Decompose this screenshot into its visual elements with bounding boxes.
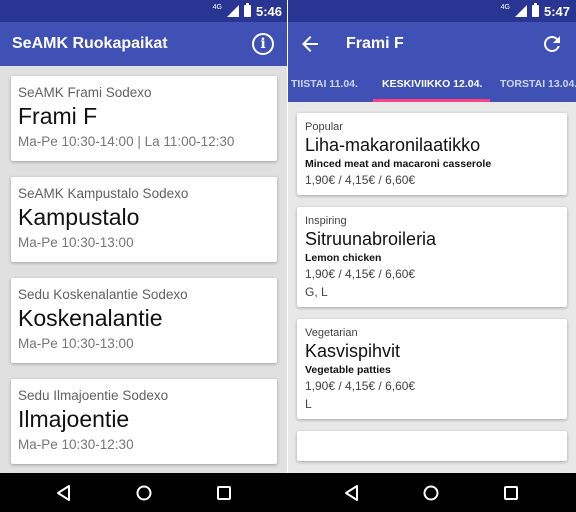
tab-wednesday[interactable]: KESKIVIIKKO 12.04. — [382, 66, 482, 102]
restaurant-subtitle: Sedu Ilmajoentie Sodexo — [18, 388, 169, 403]
menu-screen: 4G 5:47 Frami F TIISTAI 11.04. KESKIVIIK… — [288, 0, 576, 473]
nav-recent-icon[interactable] — [214, 483, 234, 503]
restaurant-subtitle: SeAMK Frami Sodexo — [18, 85, 152, 100]
restaurant-subtitle: SeAMK Kampustalo Sodexo — [18, 186, 189, 201]
restaurant-card[interactable]: Sedu Ilmajoentie Sodexo Ilmajoentie Ma-P… — [11, 379, 277, 464]
nav-home-icon[interactable] — [134, 483, 154, 503]
network-type: 4G — [500, 3, 510, 11]
tab-tuesday[interactable]: TIISTAI 11.04. — [291, 66, 358, 102]
back-arrow-icon[interactable] — [298, 32, 322, 56]
nav-group-left — [0, 473, 288, 512]
status-bar: 4G 5:46 — [0, 0, 288, 22]
battery-icon — [531, 3, 539, 17]
app-bar: Frami F — [288, 22, 576, 66]
dish-card[interactable]: Popular Liha-makaronilaatikko Minced mea… — [297, 113, 567, 195]
dish-price: 1,90€ / 4,15€ / 6,60€ — [305, 379, 416, 393]
restaurant-card[interactable]: SeAMK Kampustalo Sodexo Kampustalo Ma-Pe… — [11, 177, 277, 262]
day-tabs: TIISTAI 11.04. KESKIVIIKKO 12.04. TORSTA… — [288, 66, 576, 102]
dish-card[interactable] — [297, 431, 567, 461]
restaurant-title: Frami F — [346, 35, 404, 52]
dish-diet: G, L — [305, 285, 328, 299]
dish-english: Minced meat and macaroni casserole — [305, 158, 492, 170]
nav-group-right — [288, 473, 576, 512]
nav-back-icon[interactable] — [54, 483, 74, 503]
dish-name: Sitruunabroileria — [305, 229, 437, 249]
info-icon[interactable]: i — [252, 33, 274, 55]
dish-category: Popular — [305, 121, 343, 133]
restaurant-list-screen: 4G 5:46 SeAMK Ruokapaikat i SeAMK Frami … — [0, 0, 288, 473]
app-bar: SeAMK Ruokapaikat i — [0, 22, 288, 66]
dish-english: Vegetable patties — [305, 364, 391, 376]
tab-thursday[interactable]: TORSTAI 13.04. — [500, 66, 576, 102]
refresh-icon[interactable] — [540, 32, 564, 56]
status-time: 5:47 — [543, 3, 570, 19]
signal-icon — [514, 5, 527, 17]
dish-card[interactable]: Inspiring Sitruunabroileria Lemon chicke… — [297, 207, 567, 307]
dish-price: 1,90€ / 4,15€ / 6,60€ — [305, 267, 416, 281]
dish-english: Lemon chicken — [305, 252, 382, 264]
nav-recent-icon[interactable] — [501, 483, 521, 503]
restaurant-hours: Ma-Pe 10:30-13:00 — [18, 336, 134, 351]
system-nav-bar — [0, 473, 576, 512]
restaurant-hours: Ma-Pe 10:30-12:30 — [18, 437, 134, 452]
status-bar: 4G 5:47 — [288, 0, 576, 22]
restaurant-name: Frami F — [18, 103, 98, 129]
status-time: 5:46 — [255, 3, 282, 19]
dish-name: Liha-makaronilaatikko — [305, 135, 481, 155]
restaurant-card[interactable]: Sedu Koskenalantie Sodexo Koskenalantie … — [11, 278, 277, 363]
restaurant-subtitle: Sedu Koskenalantie Sodexo — [18, 287, 188, 302]
restaurant-list: SeAMK Frami Sodexo Frami F Ma-Pe 10:30-1… — [0, 66, 288, 473]
dish-name: Kasvispihvit — [305, 341, 401, 361]
dish-category: Inspiring — [305, 215, 347, 227]
app-title: SeAMK Ruokapaikat — [12, 35, 168, 52]
dish-price: 1,90€ / 4,15€ / 6,60€ — [305, 173, 416, 187]
battery-icon — [243, 3, 251, 17]
network-type: 4G — [212, 3, 222, 11]
nav-home-icon[interactable] — [421, 483, 441, 503]
restaurant-name: Ilmajoentie — [18, 406, 130, 432]
dish-card[interactable]: Vegetarian Kasvispihvit Vegetable pattie… — [297, 319, 567, 419]
dish-diet: L — [305, 397, 312, 411]
nav-back-icon[interactable] — [342, 483, 362, 503]
signal-icon — [226, 5, 239, 17]
restaurant-card[interactable]: SeAMK Frami Sodexo Frami F Ma-Pe 10:30-1… — [11, 76, 277, 161]
active-tab-indicator — [373, 99, 490, 102]
menu-list: Popular Liha-makaronilaatikko Minced mea… — [288, 102, 576, 473]
restaurant-name: Kampustalo — [18, 204, 140, 230]
dish-category: Vegetarian — [305, 327, 358, 339]
restaurant-hours: Ma-Pe 10:30-14:00 | La 11:00-12:30 — [18, 134, 235, 149]
restaurant-hours: Ma-Pe 10:30-13:00 — [18, 235, 134, 250]
restaurant-name: Koskenalantie — [18, 305, 163, 331]
